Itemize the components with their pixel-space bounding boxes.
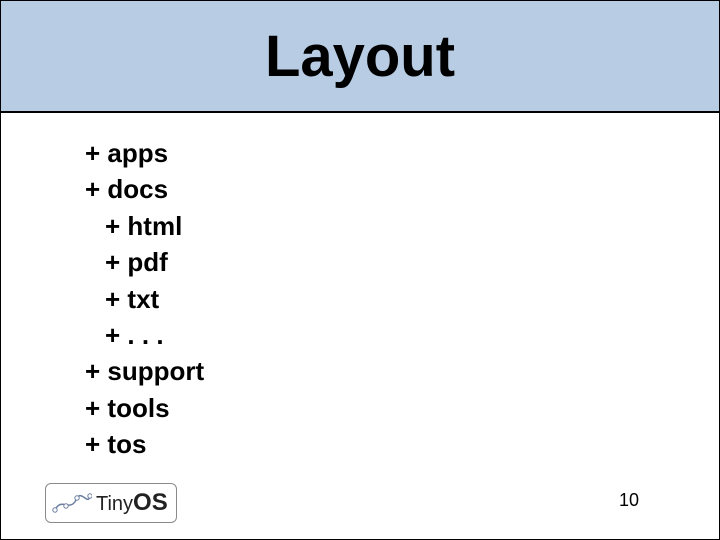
list-item: + html: [85, 208, 719, 244]
expand-icon: +: [85, 429, 107, 459]
expand-icon: +: [85, 138, 107, 168]
list-item-label: tos: [107, 429, 146, 459]
list-item-label: . . .: [127, 320, 163, 350]
expand-icon: +: [85, 174, 107, 204]
expand-icon: +: [105, 284, 127, 314]
list-item: + pdf: [85, 244, 719, 280]
list-item-label: apps: [107, 138, 168, 168]
logo-text-os: OS: [133, 489, 168, 517]
list-item-label: txt: [127, 284, 159, 314]
list-item: + support: [85, 353, 719, 389]
list-item-label: docs: [107, 174, 168, 204]
page-number: 10: [619, 490, 639, 511]
expand-icon: +: [105, 320, 127, 350]
logo-graphic-icon: [52, 488, 92, 518]
expand-icon: +: [105, 247, 127, 277]
list-item-label: support: [107, 356, 204, 386]
list-item: + txt: [85, 281, 719, 317]
list-item: + apps: [85, 135, 719, 171]
logo-text-tiny: Tiny: [96, 493, 133, 516]
list-item: + tos: [85, 426, 719, 462]
logo-text: TinyOS: [96, 489, 168, 517]
title-bar: Layout: [1, 1, 719, 113]
expand-icon: +: [85, 356, 107, 386]
directory-tree: + apps + docs + html + pdf + txt + . . .…: [1, 113, 719, 463]
list-item-label: tools: [107, 393, 169, 423]
slide: Layout + apps + docs + html + pdf + txt …: [0, 0, 720, 540]
list-item: + docs: [85, 171, 719, 207]
list-item-label: html: [127, 211, 182, 241]
expand-icon: +: [105, 211, 127, 241]
expand-icon: +: [85, 393, 107, 423]
footer: TinyOS 10: [1, 469, 719, 539]
tinyos-logo: TinyOS: [45, 483, 177, 523]
list-item: + tools: [85, 390, 719, 426]
list-item-label: pdf: [127, 247, 167, 277]
list-item: + . . .: [85, 317, 719, 353]
page-title: Layout: [265, 23, 455, 90]
